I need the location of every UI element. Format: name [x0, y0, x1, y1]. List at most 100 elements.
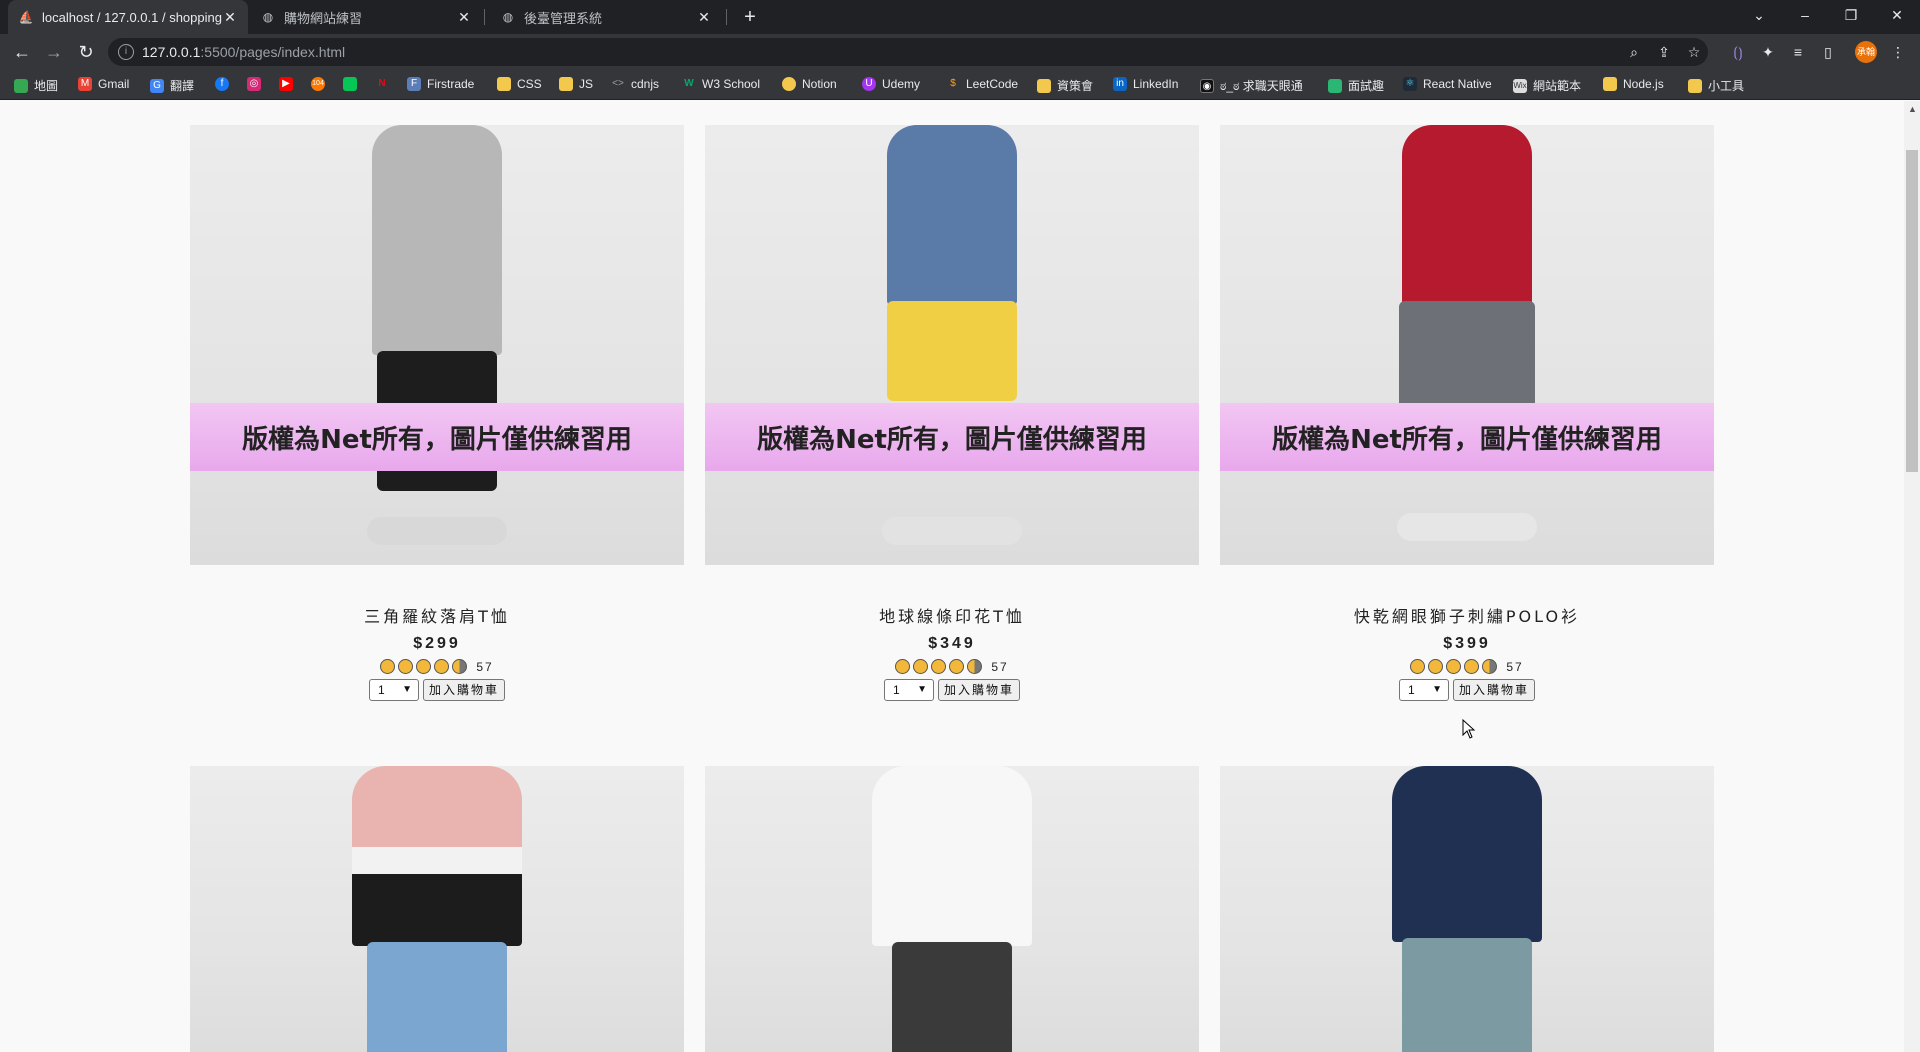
bookmark-job-eye[interactable]: ◉ ಠ_ಠ 求職天眼通 — [1200, 77, 1303, 94]
tab-admin[interactable]: ◍ 後臺管理系統 ✕ — [490, 0, 722, 34]
tab-title: localhost / 127.0.0.1 / shopping — [42, 9, 222, 25]
shirt-shape — [352, 766, 522, 946]
scrollbar-thumb[interactable] — [1906, 150, 1918, 472]
reading-list-icon[interactable]: ≡ — [1788, 42, 1808, 62]
bookmark-folder-css[interactable]: CSS — [497, 77, 542, 91]
folder-icon — [1688, 78, 1702, 93]
bookmark-maps[interactable]: 地圖 — [14, 77, 58, 94]
bookmark-facebook[interactable]: f — [215, 77, 235, 91]
netflix-icon: N — [378, 78, 386, 89]
bookmark-line[interactable] — [343, 77, 363, 91]
shirt-body — [872, 766, 1032, 946]
tab-search-icon[interactable]: ⌄ — [1736, 0, 1782, 30]
page-content: 版權為Net所有，圖片僅供練習用 三角羅紋落肩T恤 $299 57 1 ▼ 加入購… — [0, 101, 1904, 1052]
bookmark-interview[interactable]: 面試趣 — [1328, 77, 1384, 94]
quantity-value: 1 — [892, 683, 900, 697]
bookmark-netflix[interactable]: N — [375, 77, 395, 91]
profile-avatar[interactable]: 承翰 — [1855, 41, 1877, 63]
product-card — [705, 766, 1199, 1052]
bookmark-templates[interactable]: Wix 網站範本 — [1513, 77, 1581, 94]
bookmark-cdnjs[interactable]: <> cdnjs — [611, 77, 659, 91]
bookmark-folder-js[interactable]: JS — [559, 77, 593, 91]
bookmark-gmail[interactable]: M Gmail — [78, 77, 129, 91]
shirt-body — [372, 125, 502, 355]
folder-icon — [1603, 77, 1617, 91]
bookmark-104[interactable]: 104 — [311, 77, 331, 91]
product-image[interactable]: 版權為Net所有，圖片僅供練習用 — [1220, 125, 1714, 565]
quantity-select[interactable]: 1 ▼ — [883, 679, 934, 701]
chevron-down-icon: ▼ — [1432, 684, 1442, 695]
shirt-shape — [1392, 766, 1542, 942]
bookmark-label: 網站範本 — [1533, 79, 1582, 93]
quantity-select[interactable]: 1 ▼ — [1398, 679, 1449, 701]
bookmark-react-native[interactable]: ⚛ React Native — [1403, 77, 1492, 91]
bookmark-label: Node.js — [1623, 77, 1664, 91]
share-icon[interactable]: ⇪ — [1654, 42, 1674, 62]
product-image[interactable] — [1220, 766, 1714, 1052]
linkedin-icon: in — [1113, 77, 1127, 91]
product-image[interactable] — [705, 766, 1199, 1052]
new-tab-button[interactable]: + — [738, 5, 762, 29]
w3-icon: W — [684, 78, 694, 89]
quantity-select[interactable]: 1 ▼ — [368, 679, 419, 701]
instagram-icon: ◎ — [247, 77, 261, 91]
bookmark-label: 小工具 — [1708, 79, 1745, 93]
product-image[interactable] — [190, 766, 684, 1052]
close-window-icon[interactable]: ✕ — [1874, 0, 1920, 30]
product-price: $399 — [1443, 635, 1491, 652]
bookmark-linkedin[interactable]: in LinkedIn — [1113, 77, 1178, 91]
tab-phpmyadmin[interactable]: ⛵ localhost / 127.0.0.1 / shopping ✕ — [8, 0, 248, 34]
add-to-cart-button[interactable]: 加入購物車 — [1452, 679, 1535, 701]
shorts-shape — [1399, 301, 1535, 411]
extension-devtools-icon[interactable]: ⟮⟯ — [1728, 42, 1748, 62]
bookmark-firstrade[interactable]: F Firstrade — [407, 77, 474, 91]
tab-separator — [484, 9, 485, 25]
bookmark-w3school[interactable]: W W3 School — [682, 77, 760, 91]
udemy-icon: U — [862, 77, 876, 91]
back-icon[interactable]: ← — [10, 40, 34, 64]
banner-text: 版權為Net所有，圖片僅供練習用 — [1272, 424, 1662, 455]
shirt-body — [887, 125, 1017, 305]
address-bar[interactable]: i 127.0.0.1:5500/pages/index.html ⌕ ⇪ ☆ — [108, 38, 1708, 66]
bookmark-translate[interactable]: G 翻譯 — [150, 77, 194, 94]
zoom-icon[interactable]: ⌕ — [1624, 42, 1644, 62]
gmail-icon: M — [78, 77, 92, 91]
product-actions: 1 ▼ 加入購物車 — [705, 679, 1199, 701]
bookmark-leetcode[interactable]: $ LeetCode — [946, 77, 1018, 91]
reload-icon[interactable]: ↻ — [74, 40, 98, 64]
browser-toolbar: ← → ↻ i 127.0.0.1:5500/pages/index.html … — [0, 34, 1920, 70]
bookmark-instagram[interactable]: ◎ — [247, 77, 267, 91]
product-image[interactable]: 版權為Net所有，圖片僅供練習用 — [705, 125, 1199, 565]
scroll-up-icon[interactable]: ▲ — [1908, 104, 1917, 114]
bookmark-notion[interactable]: Notion — [782, 77, 837, 91]
add-to-cart-button[interactable]: 加入購物車 — [937, 679, 1020, 701]
bookmark-star-icon[interactable]: ☆ — [1684, 42, 1704, 62]
menu-kebab-icon[interactable]: ⋮ — [1888, 42, 1908, 62]
bookmark-folder-tools[interactable]: 小工具 — [1688, 77, 1744, 94]
site-info-icon[interactable]: i — [118, 44, 134, 60]
product-name: 三角羅紋落肩T恤 — [364, 607, 510, 626]
restore-icon[interactable]: ❐ — [1828, 0, 1874, 30]
bookmark-folder-nodejs[interactable]: Node.js — [1603, 77, 1664, 91]
product-name: 快乾網眼獅子刺繡POLO衫 — [1353, 607, 1581, 626]
quantity-value: 1 — [1407, 683, 1415, 697]
bookmark-udemy[interactable]: U Udemy — [862, 77, 920, 91]
quantity-value: 1 — [377, 683, 385, 697]
product-name: 地球線條印花T恤 — [879, 607, 1025, 626]
close-tab-icon[interactable]: ✕ — [456, 9, 472, 26]
star-icon — [913, 659, 929, 674]
close-tab-icon[interactable]: ✕ — [696, 9, 712, 26]
forward-icon[interactable]: → — [42, 40, 66, 64]
add-to-cart-button[interactable]: 加入購物車 — [422, 679, 505, 701]
tab-shopping[interactable]: ◍ 購物網站練習 ✕ — [250, 0, 482, 34]
bookmark-youtube[interactable]: ▶ — [279, 77, 299, 91]
close-tab-icon[interactable]: ✕ — [222, 9, 238, 26]
folder-icon — [497, 77, 511, 91]
minimize-icon[interactable]: – — [1782, 0, 1828, 30]
extensions-puzzle-icon[interactable]: ✦ — [1758, 42, 1778, 62]
globe-icon: ◍ — [262, 10, 274, 24]
product-card: 版權為Net所有，圖片僅供練習用 地球線條印花T恤 $349 57 1 ▼ 加入購… — [705, 125, 1199, 701]
side-panel-icon[interactable]: ▯ — [1818, 42, 1838, 62]
bookmark-folder-iii[interactable]: 資策會 — [1037, 77, 1093, 94]
product-image[interactable]: 版權為Net所有，圖片僅供練習用 — [190, 125, 684, 565]
